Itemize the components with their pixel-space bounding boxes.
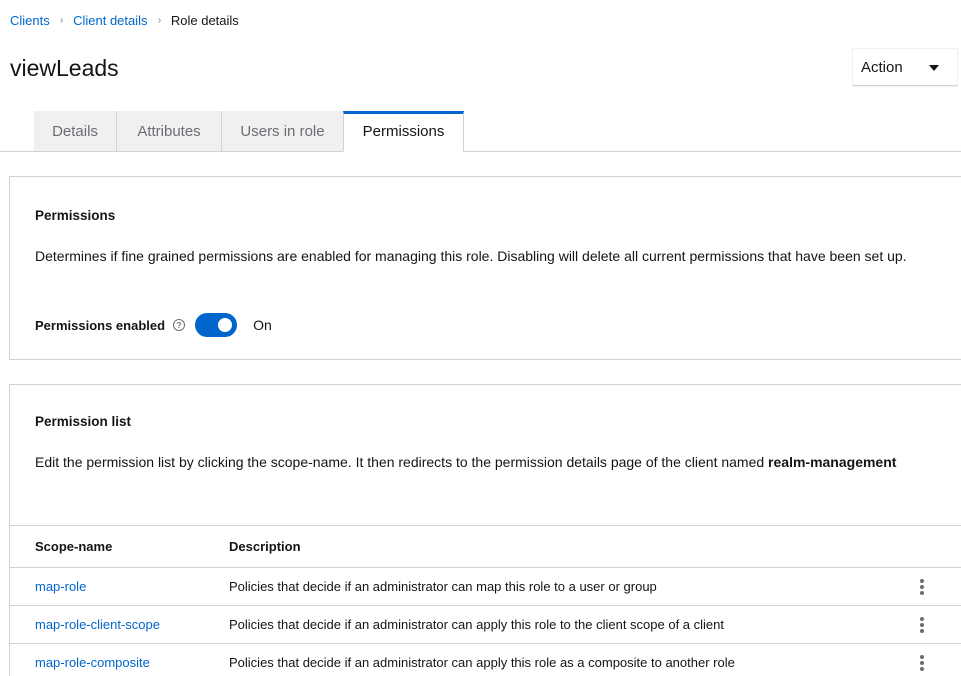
scope-link[interactable]: map-role-composite — [35, 655, 150, 670]
scope-link[interactable]: map-role-client-scope — [35, 617, 160, 632]
column-header-scope-name[interactable]: Scope-name — [35, 539, 112, 554]
permissions-card-description: Determines if fine grained permissions a… — [35, 248, 907, 264]
scope-description: Policies that decide if an administrator… — [229, 579, 657, 594]
kebab-menu-icon[interactable] — [915, 616, 929, 634]
permissions-enabled-label: Permissions enabled — [35, 317, 166, 333]
caret-down-icon — [929, 65, 939, 71]
breadcrumb-link-clients[interactable]: Clients — [10, 13, 50, 28]
permission-list-card: Permission list Edit the permission list… — [9, 384, 961, 676]
action-label: Action — [861, 58, 903, 76]
table-header: Scope-name Description — [10, 525, 961, 568]
tab-attributes[interactable]: Attributes — [117, 111, 222, 152]
permission-table: Scope-name Description map-role Policies… — [10, 525, 961, 676]
tab-users-in-role[interactable]: Users in role — [222, 111, 344, 152]
scope-description: Policies that decide if an administrator… — [229, 655, 735, 670]
tab-bar: Details Attributes Users in role Permiss… — [34, 111, 464, 152]
permissions-enabled-toggle[interactable] — [195, 313, 238, 337]
table-row: map-role Policies that decide if an admi… — [10, 568, 961, 606]
page-title: viewLeads — [10, 55, 119, 81]
scope-link[interactable]: map-role — [35, 579, 86, 594]
column-header-description: Description — [229, 539, 301, 554]
permission-list-title: Permission list — [35, 414, 132, 429]
chevron-right-icon: › — [157, 15, 161, 26]
kebab-menu-icon[interactable] — [915, 578, 929, 596]
permissions-card-title: Permissions — [35, 208, 116, 223]
tab-permissions[interactable]: Permissions — [343, 111, 464, 152]
help-icon[interactable]: ? — [173, 319, 186, 331]
breadcrumb-link-client-details[interactable]: Client details — [73, 13, 147, 28]
kebab-menu-icon[interactable] — [915, 654, 929, 672]
toggle-state-label: On — [253, 317, 272, 333]
table-row: map-role-composite Policies that decide … — [10, 644, 961, 676]
action-dropdown-button[interactable]: Action — [853, 49, 957, 86]
table-row: map-role-client-scope Policies that deci… — [10, 606, 961, 644]
breadcrumb-current: Role details — [170, 13, 239, 28]
permissions-card: Permissions Determines if fine grained p… — [9, 176, 961, 360]
permission-list-description: Edit the permission list by clicking the… — [35, 450, 935, 474]
breadcrumb: Clients › Client details › Role details — [10, 13, 239, 28]
chevron-right-icon: › — [59, 15, 63, 26]
tab-details[interactable]: Details — [34, 111, 117, 152]
permission-list-description-text: Edit the permission list by clicking the… — [35, 454, 769, 470]
scope-description: Policies that decide if an administrator… — [229, 617, 724, 632]
client-name: realm-management — [768, 454, 897, 470]
permissions-enabled-row: Permissions enabled ? On — [35, 313, 272, 337]
toggle-knob — [218, 318, 233, 332]
